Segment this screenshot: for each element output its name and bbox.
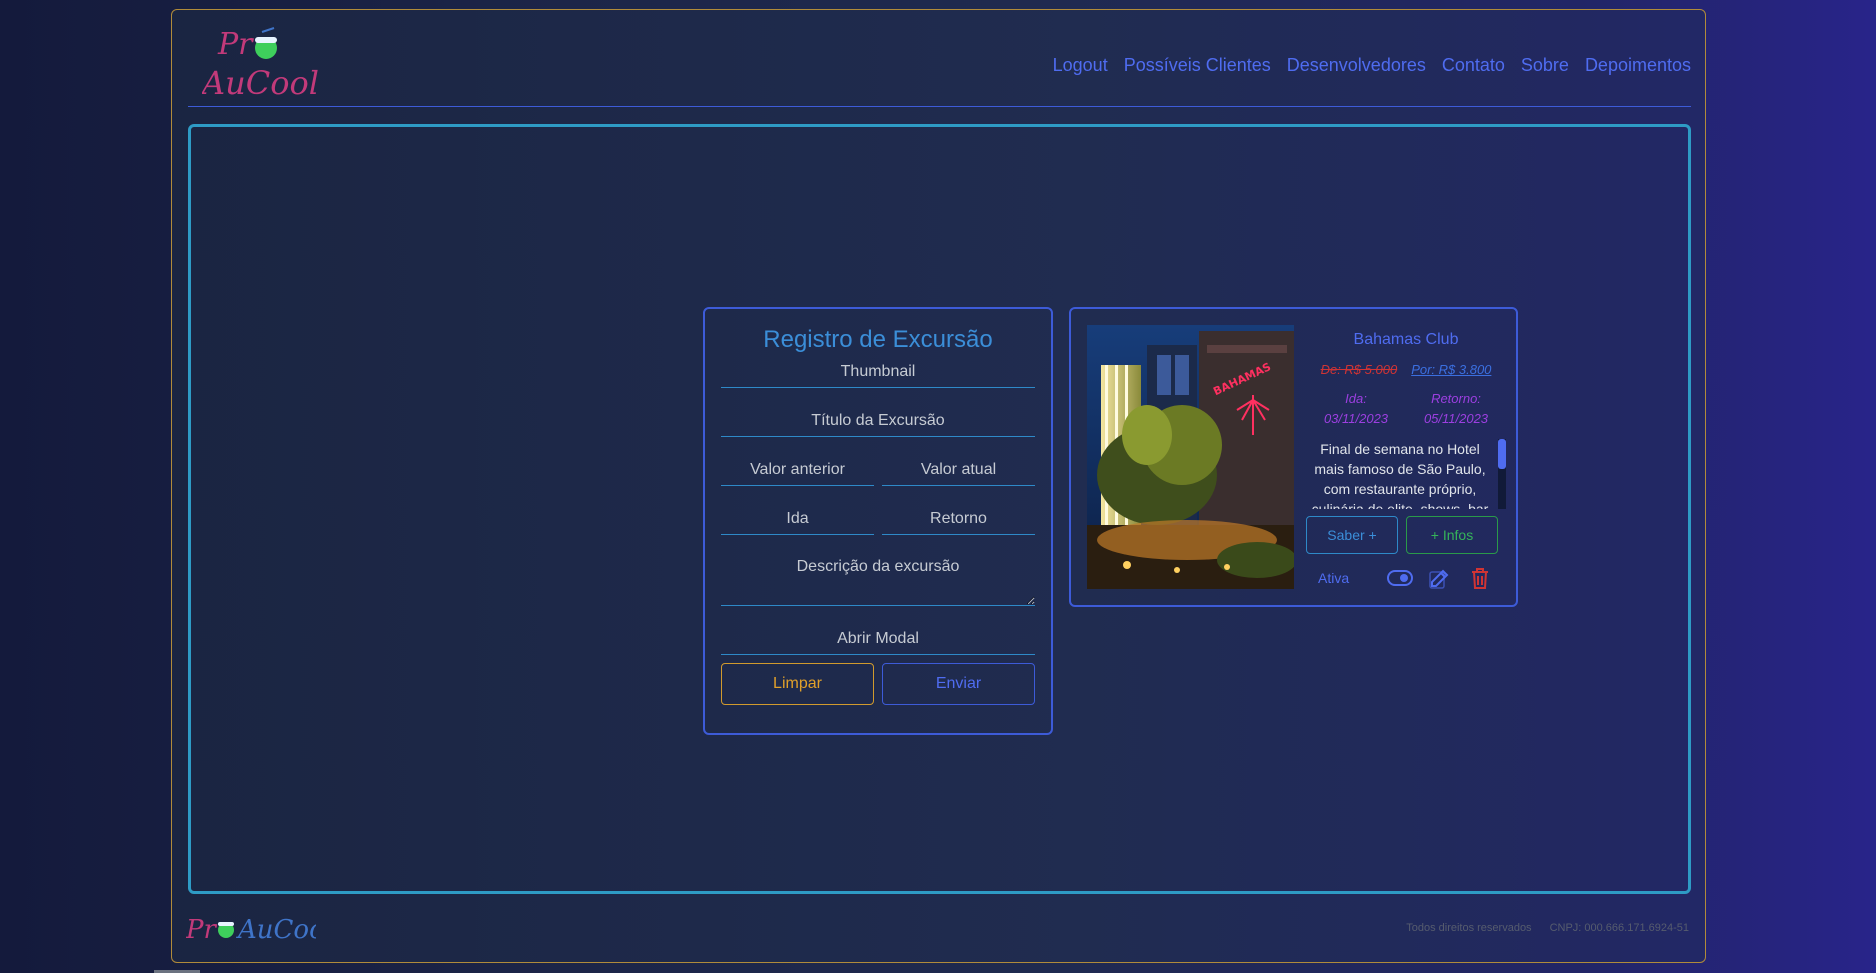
main-panel: Registro de Excursão Limpar Enviar (188, 124, 1691, 894)
thumbnail-input[interactable] (721, 354, 1035, 388)
departure-date: 03/11/2023 (1323, 411, 1389, 426)
departure-label: Ida: (1345, 391, 1367, 406)
edit-icon[interactable] (1420, 564, 1460, 592)
footer-cnpj: CNPJ: 000.666.171.6924-51 (1549, 922, 1689, 934)
svg-text:AuCool: AuCool (202, 64, 319, 100)
excursion-title-input[interactable] (721, 403, 1035, 437)
modal-input[interactable] (721, 621, 1035, 655)
main-nav: Logout Possíveis Clientes Desenvolvedore… (1053, 55, 1691, 76)
excursion-info: Bahamas Club De: R$ 5.000 Por: R$ 3.800 … (1306, 309, 1506, 592)
send-button[interactable]: Enviar (882, 663, 1035, 705)
trash-icon[interactable] (1460, 564, 1500, 592)
return-date: 05/11/2023 (1423, 411, 1489, 426)
learn-more-button[interactable]: Saber + (1306, 516, 1398, 554)
excursion-form: Registro de Excursão Limpar Enviar (703, 307, 1053, 735)
nav-possible-clients[interactable]: Possíveis Clientes (1124, 55, 1271, 76)
departure-input[interactable] (721, 501, 874, 535)
date-row (721, 501, 1035, 535)
excursion-photo: BAHAMAS (1087, 325, 1294, 589)
clear-button[interactable]: Limpar (721, 663, 874, 705)
status-row: Ativa (1306, 564, 1506, 592)
return-input[interactable] (882, 501, 1035, 535)
description-scrollbar[interactable] (1498, 439, 1506, 509)
form-title: Registro de Excursão (763, 326, 993, 353)
more-info-button[interactable]: + Infos (1406, 516, 1498, 554)
footer-rights: Todos direitos reservados (1406, 922, 1532, 934)
scrollbar-thumb[interactable] (1498, 439, 1506, 469)
logo-icon: Pr AuCool (199, 27, 319, 102)
nav-contact[interactable]: Contato (1442, 55, 1505, 76)
svg-text:Pr: Pr (186, 915, 217, 945)
footer-logo-icon: Pr AuCool (185, 915, 333, 945)
nav-developers[interactable]: Desenvolvedores (1287, 55, 1426, 76)
new-price[interactable]: Por: R$ 3.800 (1411, 362, 1491, 377)
card-actions: Saber + + Infos (1306, 516, 1506, 554)
nav-testimonials[interactable]: Depoimentos (1585, 55, 1691, 76)
nav-logout[interactable]: Logout (1053, 55, 1108, 76)
status-label: Ativa (1318, 570, 1350, 586)
footer-text: Todos direitos reservados CNPJ: 000.666.… (1406, 922, 1689, 934)
dates-block: Ida: 03/11/2023 Retorno: 05/11/2023 (1306, 389, 1506, 429)
excursion-title: Bahamas Club (1353, 331, 1459, 348)
return-block: Retorno: 05/11/2023 (1406, 389, 1506, 429)
excursion-card: BAHAMAS Bahamas Club De: R$ 5.000 Por: R… (1069, 307, 1518, 607)
nav-about[interactable]: Sobre (1521, 55, 1569, 76)
svg-text:Pr: Pr (217, 27, 254, 62)
description-scroll[interactable]: Final de semana no Hotel mais famoso de … (1306, 439, 1506, 509)
departure-block: Ida: 03/11/2023 (1306, 389, 1406, 429)
excursion-description: Final de semana no Hotel mais famoso de … (1311, 441, 1489, 509)
svg-text:AuCool: AuCool (236, 915, 316, 945)
brand-logo[interactable]: Pr AuCool (199, 24, 332, 102)
hotel-image-icon: BAHAMAS (1087, 325, 1294, 589)
footer-logo[interactable]: Pr AuCool (185, 908, 333, 948)
header: Pr AuCool Logout Possíveis Clientes Dese… (188, 10, 1691, 107)
price-block: De: R$ 5.000 Por: R$ 3.800 (1306, 362, 1506, 377)
new-value-input[interactable] (882, 452, 1035, 486)
old-value-input[interactable] (721, 452, 874, 486)
description-textarea[interactable] (721, 550, 1035, 606)
old-price: De: R$ 5.000 (1320, 362, 1398, 377)
form-actions: Limpar Enviar (721, 663, 1035, 705)
page-frame: Pr AuCool Logout Possíveis Clientes Dese… (171, 9, 1706, 963)
toggle-icon[interactable] (1380, 564, 1420, 592)
return-label: Retorno: (1431, 391, 1481, 406)
price-row (721, 452, 1035, 486)
